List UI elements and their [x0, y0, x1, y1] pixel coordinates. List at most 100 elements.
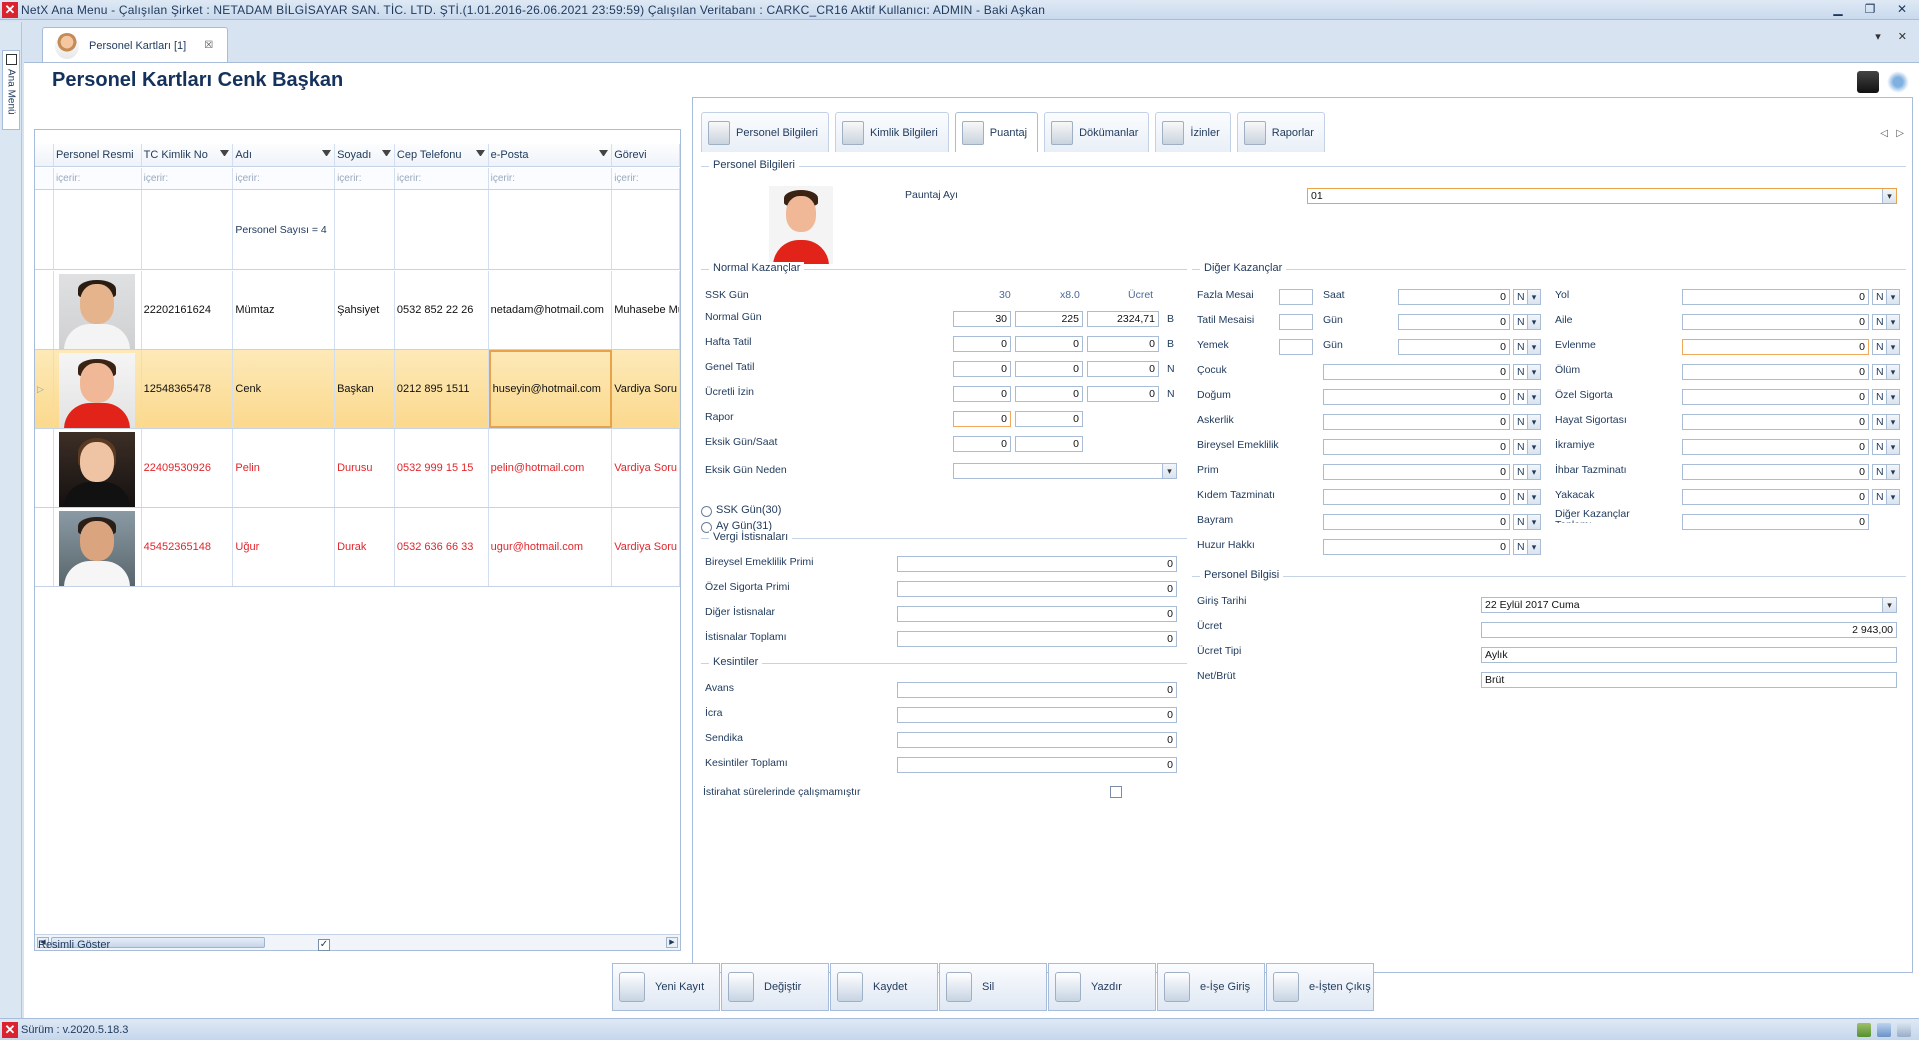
close-tab-icon[interactable]: ☒ — [204, 40, 213, 51]
filter-icon[interactable] — [475, 150, 485, 156]
evlenme-nb[interactable]: N — [1872, 339, 1900, 355]
ana-menu-button[interactable]: Ana Menü — [2, 50, 20, 130]
table-row[interactable]: 45452365148 Uğur Durak 0532 636 66 33 ug… — [35, 508, 680, 587]
filter-cell[interactable]: içerir: — [395, 168, 489, 189]
vergi-input[interactable]: 0 — [897, 581, 1177, 597]
col-adi[interactable]: Adı — [233, 144, 336, 166]
normal-gun-input[interactable]: 30 — [953, 311, 1011, 327]
filter-cell[interactable]: içerir: — [612, 168, 680, 189]
ucretli-izin-ucret[interactable]: 0 — [1087, 386, 1159, 402]
ozel-sigorta-input[interactable]: 0 — [1682, 389, 1869, 405]
net-brut-input[interactable]: Brüt — [1481, 672, 1897, 688]
cocuk-input[interactable]: 0 — [1323, 364, 1510, 380]
col-tc-kimlik[interactable]: TC Kimlik No — [142, 144, 234, 166]
hayat-sigortasi-input[interactable]: 0 — [1682, 414, 1869, 430]
yakacak-input[interactable]: 0 — [1682, 489, 1869, 505]
evlenme-input[interactable]: 0 — [1682, 339, 1869, 355]
askerlik-nb[interactable]: N — [1513, 414, 1541, 430]
col-soyadi[interactable]: Soyadı — [335, 144, 395, 166]
eksik-gun-input[interactable]: 0 — [953, 436, 1011, 452]
tab-prev-icon[interactable]: ◁ — [1880, 128, 1888, 139]
yazdir-button[interactable]: Yazdır — [1048, 963, 1156, 1011]
huzur-hakki-nb[interactable]: N — [1513, 539, 1541, 555]
genel-tatil-hours[interactable]: 0 — [1015, 361, 1083, 377]
dogum-input[interactable]: 0 — [1323, 389, 1510, 405]
minimize-button[interactable]: ▁ — [1829, 2, 1847, 16]
vergi-input[interactable]: 0 — [897, 556, 1177, 572]
vergi-input[interactable]: 0 — [897, 606, 1177, 622]
ikramiye-input[interactable]: 0 — [1682, 439, 1869, 455]
kidem-input[interactable]: 0 — [1323, 489, 1510, 505]
kesinti-input[interactable]: 0 — [897, 682, 1177, 698]
tab-puantaj[interactable]: Puantaj — [954, 112, 1039, 152]
ssk-gun-radio[interactable] — [701, 506, 712, 517]
ihbar-nb[interactable]: N — [1872, 464, 1900, 480]
status-icon[interactable] — [1857, 1023, 1871, 1037]
genel-tatil-ucret[interactable]: 0 — [1087, 361, 1159, 377]
col-eposta[interactable]: e-Posta — [489, 144, 613, 166]
fazla-mesai-input[interactable]: 0 — [1398, 289, 1510, 305]
yemek-amount[interactable] — [1279, 339, 1313, 355]
tab-personel-bilgileri[interactable]: Personel Bilgileri — [701, 112, 829, 152]
rapor-hours[interactable]: 0 — [1015, 411, 1083, 427]
giris-tarihi-select[interactable]: 22 Eylül 2017 Cuma — [1481, 597, 1897, 613]
kesinti-input[interactable]: 0 — [897, 732, 1177, 748]
chevron-down-icon[interactable]: ▾ — [1875, 31, 1881, 43]
aile-nb[interactable]: N — [1872, 314, 1900, 330]
degistir-button[interactable]: Değiştir — [721, 963, 829, 1011]
hafta-tatil-hours[interactable]: 0 — [1015, 336, 1083, 352]
filter-icon[interactable] — [381, 150, 391, 156]
puantaj-ayi-select[interactable]: 01 — [1307, 188, 1897, 204]
filter-cell[interactable]: içerir: — [335, 168, 395, 189]
ucretli-izin-input[interactable]: 0 — [953, 386, 1011, 402]
huzur-hakki-input[interactable]: 0 — [1323, 539, 1510, 555]
col-cep-telefonu[interactable]: Cep Telefonu — [395, 144, 489, 166]
tatil-mesaisi-input[interactable]: 0 — [1398, 314, 1510, 330]
ucretli-izin-hours[interactable]: 0 — [1015, 386, 1083, 402]
kidem-nb[interactable]: N — [1513, 489, 1541, 505]
olum-input[interactable]: 0 — [1682, 364, 1869, 380]
bireysel-emeklilik-nb[interactable]: N — [1513, 439, 1541, 455]
prim-nb[interactable]: N — [1513, 464, 1541, 480]
ihbar-input[interactable]: 0 — [1682, 464, 1869, 480]
tab-personel-kartlari[interactable]: Personel Kartları [1] ☒ — [42, 27, 228, 63]
rapor-input[interactable]: 0 — [953, 411, 1011, 427]
olum-nb[interactable]: N — [1872, 364, 1900, 380]
tab-dokumanlar[interactable]: Dökümanlar — [1044, 112, 1150, 152]
ikramiye-nb[interactable]: N — [1872, 439, 1900, 455]
filter-icon[interactable] — [220, 150, 230, 156]
table-row[interactable]: 22202161624 Mümtaz Şahsiyet 0532 852 22 … — [35, 271, 680, 350]
tab-raporlar[interactable]: Raporlar — [1236, 112, 1325, 152]
table-row-selected[interactable]: ▷ 12548365478 Cenk Başkan 0212 895 1511 … — [35, 350, 680, 429]
vergi-input[interactable]: 0 — [897, 631, 1177, 647]
kesinti-input[interactable]: 0 — [897, 707, 1177, 723]
prim-input[interactable]: 0 — [1323, 464, 1510, 480]
bireysel-emeklilik-input[interactable]: 0 — [1323, 439, 1510, 455]
askerlik-input[interactable]: 0 — [1323, 414, 1510, 430]
cocuk-nb[interactable]: N — [1513, 364, 1541, 380]
show-photos-checkbox[interactable]: ✓ — [318, 939, 330, 951]
close-icon[interactable]: ✕ — [1898, 31, 1907, 43]
filter-cell[interactable]: içerir: — [142, 168, 234, 189]
filter-cell[interactable]: içerir: — [233, 168, 336, 189]
yemek-nb[interactable]: N — [1513, 339, 1541, 355]
yakacak-nb[interactable]: N — [1872, 489, 1900, 505]
bayram-input[interactable]: 0 — [1323, 514, 1510, 530]
kesinti-input[interactable]: 0 — [897, 757, 1177, 773]
tab-izinler[interactable]: İzinler — [1155, 112, 1231, 152]
tatil-mesaisi-nb[interactable]: N — [1513, 314, 1541, 330]
restore-button[interactable]: ❐ — [1861, 2, 1879, 16]
hafta-tatil-ucret[interactable]: 0 — [1087, 336, 1159, 352]
network-icon[interactable] — [1877, 1023, 1891, 1037]
fazla-mesai-amount[interactable] — [1279, 289, 1313, 305]
table-row[interactable]: 22409530926 Pelin Durusu 0532 999 15 15 … — [35, 429, 680, 508]
ucret-tipi-input[interactable]: Aylık — [1481, 647, 1897, 663]
close-button[interactable]: ✕ — [1893, 2, 1911, 16]
tab-kimlik-bilgileri[interactable]: Kimlik Bilgileri — [834, 112, 949, 152]
fazla-mesai-nb[interactable]: N — [1513, 289, 1541, 305]
yol-input[interactable]: 0 — [1682, 289, 1869, 305]
tatil-mesaisi-amount[interactable] — [1279, 314, 1313, 330]
camera-icon[interactable] — [1857, 71, 1879, 93]
sil-button[interactable]: Sil — [939, 963, 1047, 1011]
scroll-right-icon[interactable]: ▶ — [666, 937, 678, 948]
